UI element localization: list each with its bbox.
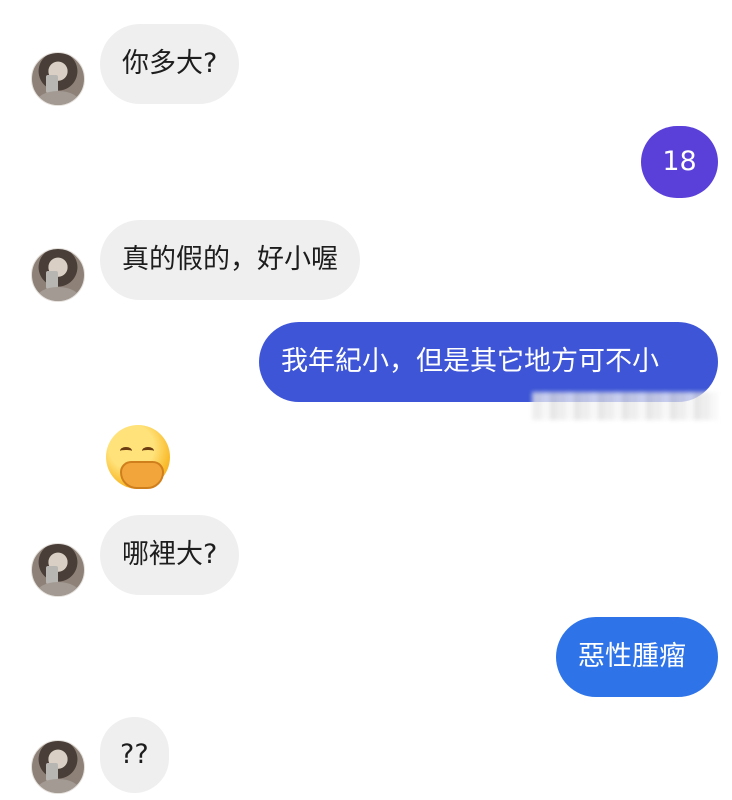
message-bubble-incoming[interactable]: 你多大? xyxy=(100,24,240,104)
message-row-outgoing: 惡性腫瘤 xyxy=(0,617,732,697)
avatar[interactable] xyxy=(31,52,85,106)
hand-over-mouth-emoji[interactable] xyxy=(106,425,170,489)
blurred-overlay xyxy=(532,392,718,420)
message-bubble-incoming[interactable]: 真的假的，好小喔 xyxy=(100,220,360,300)
message-bubble-outgoing[interactable]: 我年紀小，但是其它地方可不小 xyxy=(259,322,718,402)
message-bubble-incoming[interactable]: 哪裡大? xyxy=(100,515,240,595)
message-row-incoming: 你多大? xyxy=(0,24,732,106)
message-row-incoming: ?? xyxy=(0,717,732,794)
message-row-outgoing: 我年紀小，但是其它地方可不小 xyxy=(0,322,732,402)
message-row-outgoing: 18 xyxy=(0,126,732,198)
message-row-incoming: 哪裡大? xyxy=(0,515,732,597)
avatar[interactable] xyxy=(31,248,85,302)
message-bubble-outgoing[interactable]: 惡性腫瘤 xyxy=(556,617,718,697)
avatar[interactable] xyxy=(31,543,85,597)
avatar[interactable] xyxy=(31,740,85,794)
message-bubble-outgoing[interactable]: 18 xyxy=(641,126,718,198)
message-row-incoming: 真的假的，好小喔 xyxy=(0,220,732,302)
message-bubble-incoming[interactable]: ?? xyxy=(100,717,169,793)
